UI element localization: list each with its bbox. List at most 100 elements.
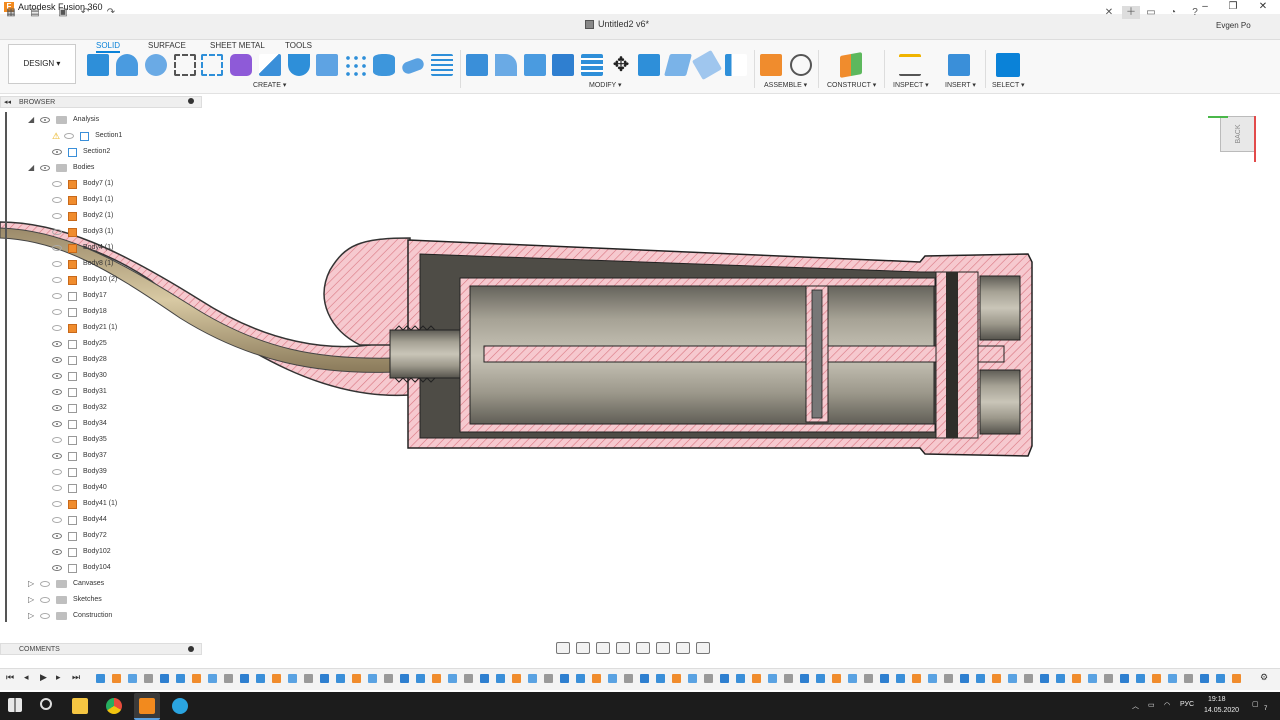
timeline-feature-icon[interactable] [1040,674,1049,683]
timeline-feature-icon[interactable] [288,674,297,683]
browser-folder[interactable]: ◢ Analysis [28,112,99,128]
timeline-feature-icon[interactable] [240,674,249,683]
visibility-eye-icon[interactable] [52,181,62,187]
browser-section[interactable]: Section2 [52,144,110,160]
timeline-feature-icon[interactable] [304,674,313,683]
close-button[interactable]: ✕ [1250,0,1276,14]
browser-folder[interactable]: ▷ Canvases [28,576,104,592]
clock-date[interactable]: 14.05.2020 [1204,707,1239,714]
browser-body[interactable]: Body72 [52,528,107,544]
timeline-feature-icon[interactable] [1184,674,1193,683]
timeline-feature-icon[interactable] [544,674,553,683]
timeline-feature-icon[interactable] [112,674,121,683]
timeline-feature-icon[interactable] [768,674,777,683]
tab-sheet-metal[interactable]: SHEET METAL [210,41,265,50]
timeline-feature-icon[interactable] [880,674,889,683]
visibility-eye-icon[interactable] [52,357,62,363]
wifi-icon[interactable]: ◠ [1164,701,1170,709]
visibility-eye-icon[interactable] [52,533,62,539]
timeline-feature-icon[interactable] [256,674,265,683]
browser-body[interactable]: Body25 [52,336,107,352]
timeline-feature-icon[interactable] [352,674,361,683]
tab-tools[interactable]: TOOLS [285,41,312,50]
fit-icon[interactable] [636,642,650,654]
timeline-feature-icon[interactable] [208,674,217,683]
visibility-eye-icon[interactable] [64,133,75,139]
timeline-feature-icon[interactable] [144,674,153,683]
timeline-feature-icon[interactable] [1072,674,1081,683]
timeline-feature-icon[interactable] [752,674,761,683]
timeline-feature-icon[interactable] [896,674,905,683]
visibility-eye-icon[interactable] [52,277,62,283]
battery-icon[interactable]: ▭ [1148,701,1155,709]
browser-body[interactable]: Body44 [52,512,107,528]
press-pull-icon[interactable] [466,54,488,76]
browser-folder[interactable]: ▷ Sketches [28,592,102,608]
browser-section[interactable]: ⚠ Section1 [52,128,122,144]
timeline-feature-icon[interactable] [912,674,921,683]
visibility-eye-icon[interactable] [52,389,62,395]
undo-icon[interactable]: ↶ [78,6,92,19]
pattern-icon[interactable] [344,54,366,76]
browser-body[interactable]: Body10 (2) [52,272,117,288]
visibility-eye-icon[interactable] [52,229,62,235]
visibility-eye-icon[interactable] [40,581,50,587]
search-icon[interactable] [40,698,52,710]
browser-folder[interactable]: ▷ Construction [28,608,112,624]
timeline-start-icon[interactable]: ⏮ [6,672,14,683]
joint-icon[interactable] [790,54,812,76]
timeline-feature-icon[interactable] [384,674,393,683]
pan-icon[interactable] [596,642,610,654]
timeline-feature-icon[interactable] [1024,674,1033,683]
timeline-feature-icon[interactable] [720,674,729,683]
browser-body[interactable]: Body104 [52,560,111,576]
browser-body[interactable]: Body39 [52,464,107,480]
assemble-menu[interactable]: ASSEMBLE ▾ [764,81,807,89]
timeline-feature-icon[interactable] [1200,674,1209,683]
timeline-end-icon[interactable]: ⏭ [72,672,80,683]
visibility-eye-icon[interactable] [52,261,62,267]
create-menu[interactable]: CREATE ▾ [253,81,286,89]
timeline-feature-icon[interactable] [672,674,681,683]
collapse-arrow-icon[interactable]: ◢ [28,160,34,176]
close-tab-icon[interactable]: ✕ [1102,6,1116,19]
timeline-feature-icon[interactable] [272,674,281,683]
language-indicator[interactable]: РУС [1180,701,1194,708]
comments-panel[interactable]: COMMENTS [0,643,202,655]
appearance-icon[interactable] [725,54,747,76]
select-menu[interactable]: SELECT ▾ [992,81,1025,89]
save-icon[interactable]: ▣ [56,6,70,19]
move-icon[interactable]: ✥ [610,54,632,76]
model-viewport[interactable] [0,94,1280,640]
visibility-eye-icon[interactable] [52,245,62,251]
redo-icon[interactable]: ↷ [104,6,118,19]
timeline-feature-icon[interactable] [640,674,649,683]
timeline-feature-icon[interactable] [1088,674,1097,683]
visibility-eye-icon[interactable] [52,293,62,299]
browser-body[interactable]: Body17 [52,288,107,304]
timeline-feature-icon[interactable] [608,674,617,683]
help-icon[interactable]: ? [1188,6,1202,19]
browser-body[interactable]: Body30 [52,368,107,384]
timeline-feature-icon[interactable] [656,674,665,683]
visibility-eye-icon[interactable] [52,213,62,219]
windows-start-icon[interactable] [8,698,22,712]
offset-plane-icon[interactable] [840,52,862,78]
chamfer-icon[interactable] [524,54,546,76]
visibility-eye-icon[interactable] [52,501,62,507]
visibility-eye-icon[interactable] [52,565,62,571]
timeline-feature-icon[interactable] [1056,674,1065,683]
revolve-icon[interactable] [288,54,310,76]
browser-body[interactable]: Body31 [52,384,107,400]
timeline-feature-icon[interactable] [736,674,745,683]
telegram-icon[interactable] [172,698,188,714]
timeline-feature-icon[interactable] [336,674,345,683]
timeline-feature-icon[interactable] [832,674,841,683]
document-tab[interactable]: Untitled2 v6* [585,19,649,29]
construct-menu[interactable]: CONSTRUCT ▾ [827,81,876,89]
tray-expand-icon[interactable]: ︿ [1132,701,1139,711]
browser-body[interactable]: Body4 (1) [52,240,113,256]
browser-folder[interactable]: ◢ Bodies [28,160,94,176]
expand-arrow-icon[interactable]: ▷ [28,576,34,592]
browser-body[interactable]: Body41 (1) [52,496,117,512]
